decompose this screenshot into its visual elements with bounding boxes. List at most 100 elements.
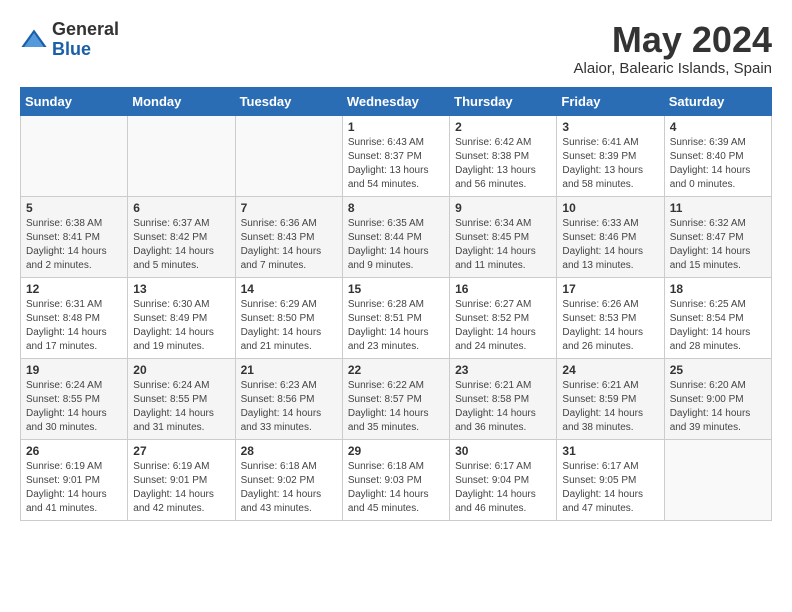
calendar-cell: 27Sunrise: 6:19 AM Sunset: 9:01 PM Dayli… bbox=[128, 439, 235, 520]
weekday-header-friday: Friday bbox=[557, 87, 664, 115]
day-info: Sunrise: 6:22 AM Sunset: 8:57 PM Dayligh… bbox=[348, 379, 444, 435]
day-number: 9 bbox=[455, 201, 551, 215]
weekday-header-wednesday: Wednesday bbox=[342, 87, 449, 115]
day-info: Sunrise: 6:28 AM Sunset: 8:51 PM Dayligh… bbox=[348, 298, 444, 354]
day-info: Sunrise: 6:18 AM Sunset: 9:02 PM Dayligh… bbox=[241, 460, 337, 516]
day-info: Sunrise: 6:17 AM Sunset: 9:04 PM Dayligh… bbox=[455, 460, 551, 516]
day-number: 14 bbox=[241, 282, 337, 296]
day-info: Sunrise: 6:31 AM Sunset: 8:48 PM Dayligh… bbox=[26, 298, 122, 354]
calendar-cell: 28 Sunrise: 6:18 AM Sunset: 9:02 PM Dayli… bbox=[235, 439, 342, 520]
calendar-cell: 26 Sunrise: 6:19 AM Sunset: 9:01 PM Dayli… bbox=[21, 439, 128, 520]
calendar-cell: 16 Sunrise: 6:27 AM Sunset: 8:52 PM Dayli… bbox=[450, 277, 557, 358]
day-number: 11 bbox=[670, 201, 766, 215]
calendar-cell: 7Sunrise: 6:36 AM Sunset: 8:43 PM Daylig… bbox=[235, 196, 342, 277]
day-info: Sunrise: 6:30 AM Sunset: 8:49 PM Dayligh… bbox=[133, 298, 229, 354]
logo-icon bbox=[20, 26, 48, 54]
weekday-header-tuesday: Tuesday bbox=[235, 87, 342, 115]
month-title: May 2024 bbox=[574, 20, 772, 60]
calendar-cell: 23 Sunrise: 6:21 AM Sunset: 8:58 PM Dayli… bbox=[450, 358, 557, 439]
day-number: 28 bbox=[241, 444, 337, 458]
calendar-cell: 30 Sunrise: 6:17 AM Sunset: 9:04 PM Dayli… bbox=[450, 439, 557, 520]
calendar-cell: 6 Sunrise: 6:37 AM Sunset: 8:42 PM Daylig… bbox=[128, 196, 235, 277]
day-number: 16 bbox=[455, 282, 551, 296]
calendar-cell: 22 Sunrise: 6:22 AM Sunset: 8:57 PM Dayli… bbox=[342, 358, 449, 439]
day-info: Sunrise: 6:39 AM Sunset: 8:40 PM Dayligh… bbox=[670, 136, 766, 192]
day-number: 30 bbox=[455, 444, 551, 458]
day-info: Sunrise: 6:38 AM Sunset: 8:41 PM Dayligh… bbox=[26, 217, 122, 273]
day-info: Sunrise: 6:21 AM Sunset: 8:58 PM Dayligh… bbox=[455, 379, 551, 435]
day-info: Sunrise: 6:32 AM Sunset: 8:47 PM Dayligh… bbox=[670, 217, 766, 273]
day-info: Sunrise: 6:26 AM Sunset: 8:53 PM Dayligh… bbox=[562, 298, 658, 354]
day-number: 2 bbox=[455, 120, 551, 134]
weekday-header-sunday: Sunday bbox=[21, 87, 128, 115]
page-header: General Blue May 2024 Alaior, Balearic I… bbox=[20, 20, 772, 77]
logo-text: General Blue bbox=[52, 20, 119, 60]
day-info: Sunrise: 6:19 AM Sunset: 9:01 PM Dayligh… bbox=[26, 460, 122, 516]
day-number: 23 bbox=[455, 363, 551, 377]
calendar-cell: 14 Sunrise: 6:29 AM Sunset: 8:50 PM Dayli… bbox=[235, 277, 342, 358]
logo-general: General bbox=[52, 20, 119, 40]
calendar-cell: 1Sunrise: 6:43 AM Sunset: 8:37 PM Daylig… bbox=[342, 115, 449, 196]
calendar-cell: 12 Sunrise: 6:31 AM Sunset: 8:48 PM Dayli… bbox=[21, 277, 128, 358]
day-info: Sunrise: 6:17 AM Sunset: 9:05 PM Dayligh… bbox=[562, 460, 658, 516]
day-number: 5 bbox=[26, 201, 122, 215]
calendar-cell: 18 Sunrise: 6:25 AM Sunset: 8:54 PM Dayli… bbox=[664, 277, 771, 358]
calendar-cell: 13 Sunrise: 6:30 AM Sunset: 8:49 PM Dayli… bbox=[128, 277, 235, 358]
day-number: 6 bbox=[133, 201, 229, 215]
calendar-week-4: 19 Sunrise: 6:24 AM Sunset: 8:55 PM Dayli… bbox=[21, 358, 772, 439]
day-number: 18 bbox=[670, 282, 766, 296]
weekday-header-thursday: Thursday bbox=[450, 87, 557, 115]
calendar-cell bbox=[21, 115, 128, 196]
day-info: Sunrise: 6:27 AM Sunset: 8:52 PM Dayligh… bbox=[455, 298, 551, 354]
day-info: Sunrise: 6:34 AM Sunset: 8:45 PM Dayligh… bbox=[455, 217, 551, 273]
day-number: 29 bbox=[348, 444, 444, 458]
day-info: Sunrise: 6:37 AM Sunset: 8:42 PM Dayligh… bbox=[133, 217, 229, 273]
calendar-cell: 20 Sunrise: 6:24 AM Sunset: 8:55 PM Dayli… bbox=[128, 358, 235, 439]
day-info: Sunrise: 6:24 AM Sunset: 8:55 PM Dayligh… bbox=[133, 379, 229, 435]
day-number: 20 bbox=[133, 363, 229, 377]
calendar-cell bbox=[664, 439, 771, 520]
day-info: Sunrise: 6:25 AM Sunset: 8:54 PM Dayligh… bbox=[670, 298, 766, 354]
day-info: Sunrise: 6:29 AM Sunset: 8:50 PM Dayligh… bbox=[241, 298, 337, 354]
calendar-week-5: 26 Sunrise: 6:19 AM Sunset: 9:01 PM Dayli… bbox=[21, 439, 772, 520]
calendar-cell: 3Sunrise: 6:41 AM Sunset: 8:39 PM Daylig… bbox=[557, 115, 664, 196]
day-info: Sunrise: 6:41 AM Sunset: 8:39 PM Dayligh… bbox=[562, 136, 658, 192]
calendar-cell: 10 Sunrise: 6:33 AM Sunset: 8:46 PM Dayli… bbox=[557, 196, 664, 277]
day-info: Sunrise: 6:33 AM Sunset: 8:46 PM Dayligh… bbox=[562, 217, 658, 273]
day-number: 15 bbox=[348, 282, 444, 296]
location: Alaior, Balearic Islands, Spain bbox=[574, 60, 772, 77]
day-info: Sunrise: 6:21 AM Sunset: 8:59 PM Dayligh… bbox=[562, 379, 658, 435]
day-number: 8 bbox=[348, 201, 444, 215]
calendar-cell: 21Sunrise: 6:23 AM Sunset: 8:56 PM Dayli… bbox=[235, 358, 342, 439]
calendar-cell: 19 Sunrise: 6:24 AM Sunset: 8:55 PM Dayli… bbox=[21, 358, 128, 439]
day-info: Sunrise: 6:42 AM Sunset: 8:38 PM Dayligh… bbox=[455, 136, 551, 192]
calendar-cell: 11 Sunrise: 6:32 AM Sunset: 8:47 PM Dayli… bbox=[664, 196, 771, 277]
calendar-cell: 2 Sunrise: 6:42 AM Sunset: 8:38 PM Daylig… bbox=[450, 115, 557, 196]
day-number: 24 bbox=[562, 363, 658, 377]
logo: General Blue bbox=[20, 20, 119, 60]
day-number: 13 bbox=[133, 282, 229, 296]
calendar-cell: 5 Sunrise: 6:38 AM Sunset: 8:41 PM Daylig… bbox=[21, 196, 128, 277]
day-number: 4 bbox=[670, 120, 766, 134]
day-number: 26 bbox=[26, 444, 122, 458]
day-number: 25 bbox=[670, 363, 766, 377]
day-number: 17 bbox=[562, 282, 658, 296]
calendar-body: 1Sunrise: 6:43 AM Sunset: 8:37 PM Daylig… bbox=[21, 115, 772, 520]
calendar-cell bbox=[235, 115, 342, 196]
day-number: 31 bbox=[562, 444, 658, 458]
calendar-cell: 4 Sunrise: 6:39 AM Sunset: 8:40 PM Daylig… bbox=[664, 115, 771, 196]
calendar-week-3: 12 Sunrise: 6:31 AM Sunset: 8:48 PM Dayli… bbox=[21, 277, 772, 358]
day-number: 10 bbox=[562, 201, 658, 215]
day-info: Sunrise: 6:23 AM Sunset: 8:56 PM Dayligh… bbox=[241, 379, 337, 435]
calendar-cell: 9 Sunrise: 6:34 AM Sunset: 8:45 PM Daylig… bbox=[450, 196, 557, 277]
day-info: Sunrise: 6:20 AM Sunset: 9:00 PM Dayligh… bbox=[670, 379, 766, 435]
day-info: Sunrise: 6:24 AM Sunset: 8:55 PM Dayligh… bbox=[26, 379, 122, 435]
day-number: 12 bbox=[26, 282, 122, 296]
weekday-header-monday: Monday bbox=[128, 87, 235, 115]
calendar-cell: 17 Sunrise: 6:26 AM Sunset: 8:53 PM Dayli… bbox=[557, 277, 664, 358]
day-number: 7 bbox=[241, 201, 337, 215]
calendar-cell: 8Sunrise: 6:35 AM Sunset: 8:44 PM Daylig… bbox=[342, 196, 449, 277]
day-number: 22 bbox=[348, 363, 444, 377]
day-number: 19 bbox=[26, 363, 122, 377]
calendar-table: SundayMondayTuesdayWednesdayThursdayFrid… bbox=[20, 87, 772, 521]
